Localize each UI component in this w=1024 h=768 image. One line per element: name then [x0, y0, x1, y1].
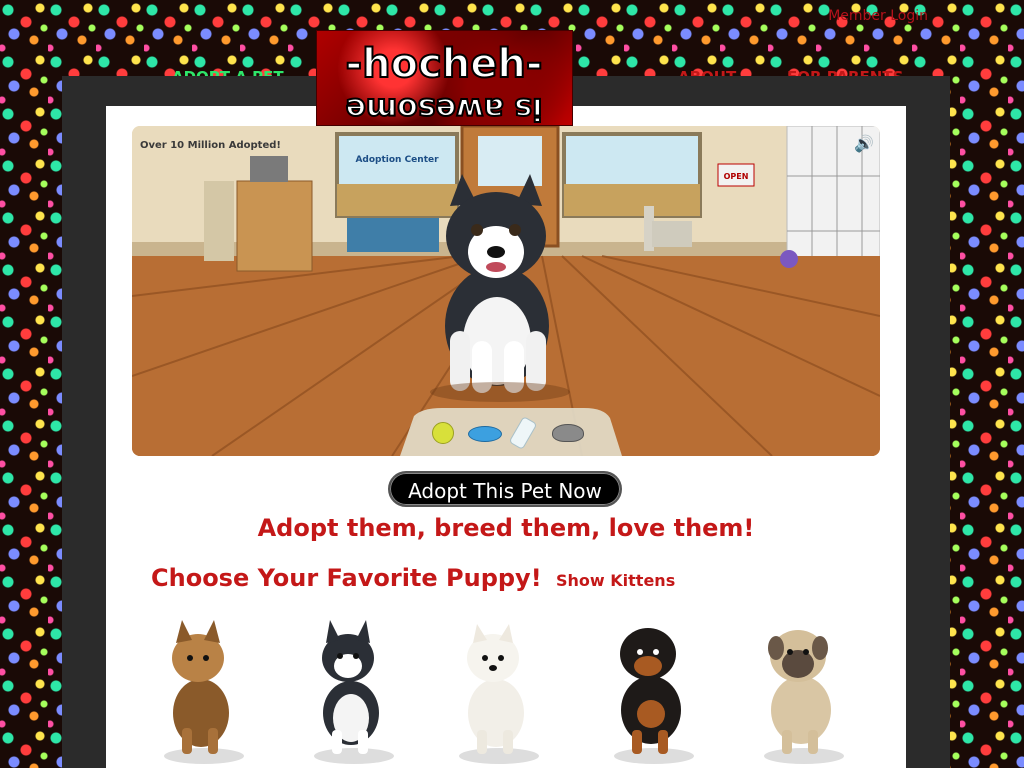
food-bowl-icon[interactable] — [552, 424, 584, 442]
speaker-icon[interactable]: 🔊 — [854, 134, 874, 154]
mastiff-puppy-icon — [764, 630, 844, 764]
member-login-link[interactable]: Member Login — [828, 8, 928, 24]
puppy-option-westie[interactable] — [441, 618, 551, 768]
main-panel: OPEN Over 10 Million Adopted! Adoption C… — [106, 106, 906, 768]
content-frame: OPEN Over 10 Million Adopted! Adoption C… — [62, 76, 950, 768]
frisbee-icon[interactable] — [468, 426, 502, 442]
puppy-option-mastiff[interactable] — [746, 618, 856, 768]
tennis-ball-icon[interactable] — [432, 422, 454, 444]
puppy-gallery — [146, 618, 876, 768]
puppy-option-rottweiler[interactable] — [596, 618, 706, 768]
adopt-this-pet-button[interactable]: Adopt This Pet Now — [388, 471, 622, 507]
logo-line1: -hocheh- — [346, 41, 543, 87]
pet-viewer[interactable]: OPEN Over 10 Million Adopted! Adoption C… — [132, 126, 880, 456]
door-sign: OPEN — [724, 172, 749, 181]
puppy-option-yorkie[interactable] — [146, 618, 256, 768]
choose-title: Choose Your Favorite Puppy! — [151, 564, 542, 592]
show-kittens-link[interactable]: Show Kittens — [556, 571, 675, 590]
tagline: Adopt them, breed them, love them! — [257, 514, 755, 542]
adopted-badge: Over 10 Million Adopted! — [140, 140, 281, 151]
logo-line2: is awesome — [346, 91, 543, 125]
badge-text: Over 10 Million Adopted! — [140, 140, 281, 151]
choose-heading: Choose Your Favorite Puppy! Show Kittens — [151, 564, 675, 592]
site-logo[interactable]: -hocheh- is awesome — [316, 30, 573, 126]
puppy-option-husky[interactable] — [296, 618, 406, 768]
rottweiler-puppy-icon — [614, 628, 694, 764]
yorkie-puppy-icon — [164, 620, 244, 764]
husky-puppy-icon — [314, 620, 394, 764]
window-sign: Adoption Center — [355, 155, 439, 165]
westie-puppy-icon — [459, 624, 539, 764]
